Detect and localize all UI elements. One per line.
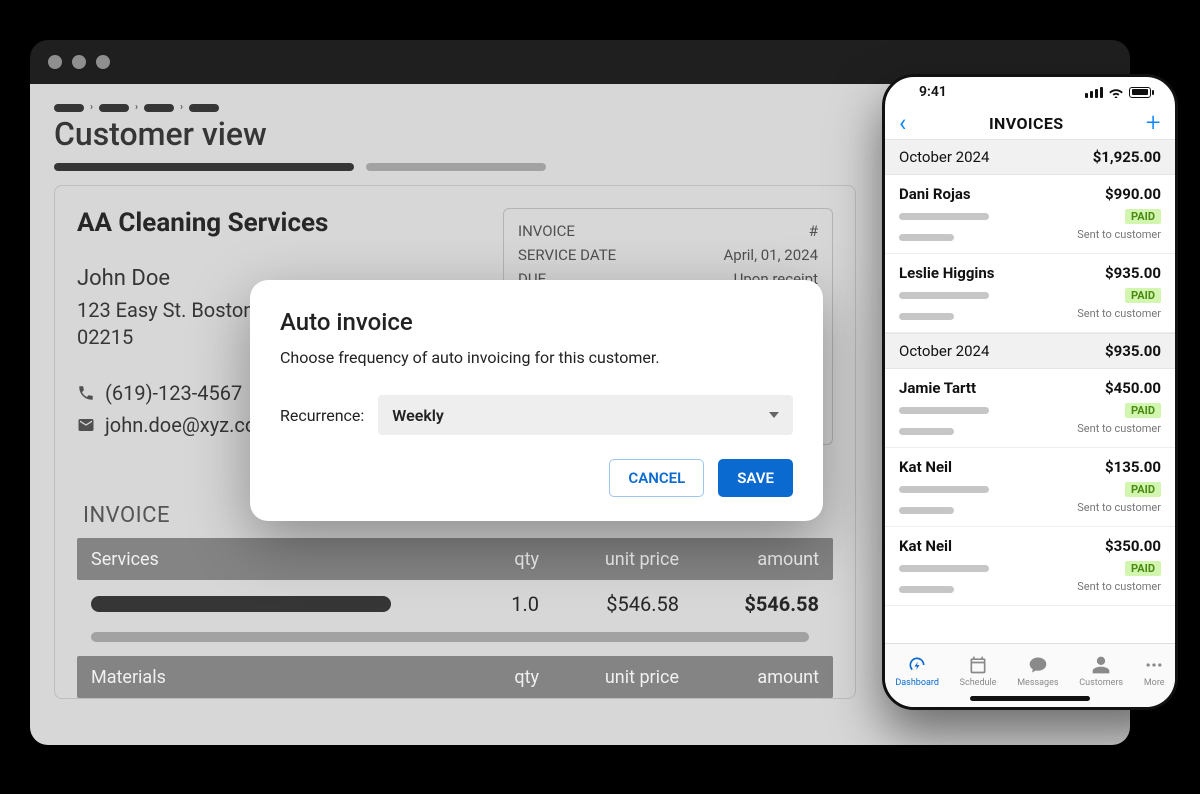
home-indicator [970,696,1090,701]
gauge-icon [907,655,927,675]
status-bar: 9:41 [885,77,1175,107]
recurrence-select[interactable]: Weekly [378,395,793,435]
tab-dashboard[interactable]: Dashboard [895,655,939,688]
wifi-icon [1108,86,1124,98]
tab-more[interactable]: More [1144,655,1165,688]
col-materials: Materials [91,667,469,688]
mail-icon [77,416,95,434]
invoice-list-item[interactable]: Kat Neil$135.00 PAID Sent to customer [885,448,1175,527]
invoice-month-header: October 2024$1,925.00 [885,139,1175,175]
traffic-light-close-icon[interactable] [48,55,62,69]
battery-icon [1129,87,1151,98]
invoice-month-header: October 2024$935.00 [885,333,1175,369]
phone-frame: 9:41 ‹ INVOICES + October 2024$1,925.00 … [882,74,1178,710]
invoice-list-item[interactable]: Kat Neil$350.00 PAID Sent to customer [885,527,1175,606]
recurrence-label: Recurrence: [280,406,364,425]
tab-customers[interactable]: Customers [1079,655,1123,688]
phone-nav-bar: ‹ INVOICES + [885,107,1175,139]
col-qty: qty [469,549,539,570]
company-name: AA Cleaning Services [77,208,479,238]
calendar-icon [968,655,988,675]
dots-icon [1144,655,1164,675]
col-services: Services [91,549,469,570]
save-button[interactable]: SAVE [718,459,793,497]
col-amount: amount [679,549,819,570]
chevron-down-icon [769,412,779,418]
invoice-list-item[interactable]: Leslie Higgins$935.00 PAID Sent to custo… [885,254,1175,333]
cancel-button[interactable]: CANCEL [609,459,704,497]
tab-messages[interactable]: Messages [1017,655,1058,688]
invoice-list-item[interactable]: Dani Rojas$990.00 PAID Sent to customer [885,175,1175,254]
traffic-light-max-icon[interactable] [96,55,110,69]
tab-schedule[interactable]: Schedule [960,655,997,688]
phone-icon [77,384,95,402]
signal-icon [1085,87,1103,98]
invoice-list-item[interactable]: Jamie Tartt$450.00 PAID Sent to customer [885,369,1175,448]
user-icon [1091,655,1111,675]
table-row: 1.0 $546.58 $546.58 [77,580,833,628]
chat-icon [1028,655,1048,675]
services-table: Services qty unit price amount 1.0 $546.… [77,538,833,698]
phone-nav-title: INVOICES [989,114,1064,133]
auto-invoice-modal: Auto invoice Choose frequency of auto in… [250,280,823,521]
traffic-light-min-icon[interactable] [72,55,86,69]
status-time: 9:41 [919,84,947,100]
modal-title: Auto invoice [280,308,793,336]
col-unit-price: unit price [539,549,679,570]
modal-subtitle: Choose frequency of auto invoicing for t… [280,348,793,367]
